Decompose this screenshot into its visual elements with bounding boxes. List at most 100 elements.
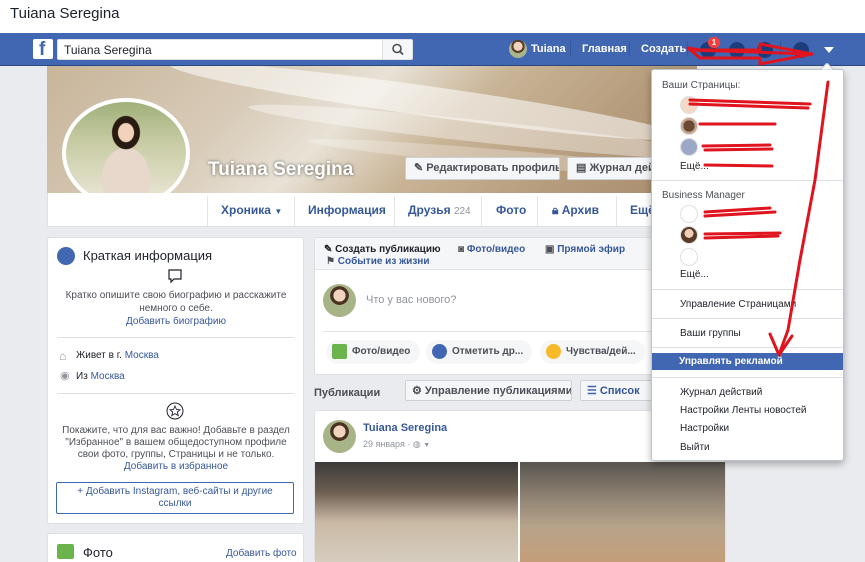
tab-divider	[481, 196, 482, 226]
tab-divider	[294, 196, 295, 226]
window-title: Tuiana Seregina	[10, 5, 120, 22]
composer-photo-button[interactable]: Фото/видео	[326, 340, 420, 364]
lock-icon: 🔒︎	[552, 203, 562, 217]
page-avatar[interactable]	[680, 138, 698, 156]
post-author-name[interactable]: Tuiana Seregina	[363, 422, 447, 434]
tab-friends-label: Друзья	[408, 203, 451, 217]
from-city-link[interactable]: Москва	[91, 371, 125, 382]
messages-icon[interactable]	[729, 42, 745, 58]
your-pages-header: Ваши Страницы:	[662, 80, 741, 91]
list-view-button[interactable]: ☰ Список	[580, 380, 652, 401]
composer-tab-photo[interactable]: ◙ Фото/видео	[458, 244, 525, 255]
dropdown-divider	[652, 180, 843, 181]
tab-archive-label: Архив	[561, 203, 599, 217]
settings-sliders-icon: ⚙	[412, 385, 425, 397]
composer-tab-life-event[interactable]: ⚑ Событие из жизни	[326, 256, 429, 267]
search-icon	[392, 43, 404, 56]
nav-divider	[570, 41, 571, 57]
tab-timeline-label: Хроника	[221, 203, 271, 217]
add-bio-link[interactable]: Добавить биографию	[62, 316, 290, 327]
pencil-icon: ✎	[324, 244, 336, 255]
post-photo-left[interactable]	[315, 462, 518, 562]
flag-icon: ⚑	[326, 256, 338, 267]
bio-prompt-text: Кратко опишите свою биографию и расскажи…	[65, 290, 287, 314]
activity-log-icon: ▤	[576, 162, 590, 174]
profile-name[interactable]: Tuiana Seregina	[208, 159, 353, 181]
activity-log-button[interactable]: ▤ Журнал дейс	[567, 157, 655, 180]
business-avatar[interactable]	[680, 205, 698, 223]
edit-profile-button[interactable]: ✎ Редактировать профиль	[405, 157, 560, 180]
chevron-down-icon: ▼	[423, 442, 431, 449]
post-date[interactable]: 29 января · ◍ ▼	[363, 439, 430, 450]
composer-feeling-label: Чувства/дей...	[566, 346, 636, 357]
nav-create-link[interactable]: Создать	[641, 43, 686, 55]
tab-divider	[616, 196, 617, 226]
manage-ads-label: Управлять рекламой	[679, 356, 783, 367]
logout-link[interactable]: Выйти	[680, 442, 710, 453]
tag-friends-icon	[432, 344, 447, 359]
business-avatar[interactable]	[680, 248, 698, 266]
photos-card-title[interactable]: Фото	[83, 545, 113, 560]
friends-count: 224	[453, 206, 471, 217]
nav-user-name[interactable]: Tuiana	[531, 43, 566, 55]
user-avatar[interactable]	[509, 40, 527, 58]
tab-archive[interactable]: 🔒︎ Архив	[552, 203, 599, 218]
intro-title: Краткая информация	[83, 248, 213, 263]
composer-tab-create-label: Создать публикацию	[335, 244, 441, 255]
dropdown-divider	[652, 347, 843, 348]
page-avatar[interactable]	[680, 117, 698, 135]
composer-avatar	[323, 284, 356, 317]
tab-photos[interactable]: Фото	[496, 203, 526, 217]
composer-tag-friends-button[interactable]: Отметить др...	[426, 340, 532, 364]
activity-log-link[interactable]: Журнал действий	[680, 387, 762, 398]
composer-input-placeholder[interactable]: Что у вас нового?	[366, 294, 456, 306]
more-business-link[interactable]: Ещё...	[680, 269, 709, 280]
your-groups-link[interactable]: Ваши группы	[680, 328, 741, 339]
composer-feeling-button[interactable]: Чувства/дей...	[540, 340, 645, 364]
settings-link[interactable]: Настройки	[680, 423, 729, 434]
page-avatar[interactable]	[680, 96, 698, 114]
add-links-button[interactable]: + Добавить Instagram, веб-сайты и другие…	[56, 482, 294, 514]
globe-icon	[57, 247, 75, 265]
search-input[interactable]	[57, 39, 383, 60]
dropdown-caret	[820, 63, 834, 70]
manage-ads-item[interactable]: Управлять рекламой	[652, 353, 843, 370]
composer-tab-live[interactable]: ▣ Прямой эфир	[545, 244, 625, 255]
tab-divider	[394, 196, 395, 226]
post-photo-right[interactable]	[520, 462, 725, 562]
lives-in-text: Живет в г. Москва	[76, 350, 159, 361]
composer-photo-label: Фото/видео	[352, 346, 411, 357]
add-photo-link[interactable]: Добавить фото	[226, 548, 297, 559]
help-icon[interactable]	[793, 42, 809, 58]
nav-divider	[687, 41, 688, 57]
lives-in-city-link[interactable]: Москва	[125, 350, 159, 361]
publications-label: Публикации	[314, 387, 381, 399]
notifications-icon[interactable]	[757, 42, 773, 58]
composer-tab-create-post[interactable]: ✎ Создать публикацию	[324, 244, 441, 255]
tab-friends[interactable]: Друзья 224	[408, 203, 471, 217]
lives-in-prefix: Живет в г.	[76, 350, 122, 361]
manage-posts-label: Управление публикациями	[424, 385, 572, 397]
business-manager-header: Business Manager	[662, 190, 745, 201]
photos-icon	[57, 544, 74, 559]
pencil-icon: ✎	[414, 162, 427, 174]
camera-icon: ◙	[458, 244, 467, 255]
manage-pages-link[interactable]: Управление Страницами	[680, 299, 796, 310]
manage-posts-button[interactable]: ⚙ Управление публикациями	[405, 380, 572, 401]
business-avatar[interactable]	[680, 226, 698, 244]
search-button[interactable]	[382, 39, 413, 60]
account-menu-chevron-icon[interactable]	[823, 45, 835, 55]
intro-divider	[57, 337, 294, 338]
add-links-label: + Добавить Instagram, веб-сайты и другие…	[77, 486, 273, 509]
add-featured-link[interactable]: Добавить в избранное	[62, 461, 290, 472]
profile-picture[interactable]	[62, 98, 190, 208]
post-author-avatar[interactable]	[323, 420, 356, 453]
news-feed-settings-link[interactable]: Настройки Ленты новостей	[680, 405, 806, 416]
tab-about[interactable]: Информация	[308, 203, 386, 217]
tab-timeline[interactable]: Хроника ▼	[221, 203, 282, 217]
intro-divider	[57, 393, 294, 394]
facebook-logo-icon[interactable]: f	[33, 39, 53, 60]
tab-divider	[537, 196, 538, 226]
more-pages-link[interactable]: Ещё...	[680, 161, 709, 172]
nav-home-link[interactable]: Главная	[582, 43, 627, 55]
